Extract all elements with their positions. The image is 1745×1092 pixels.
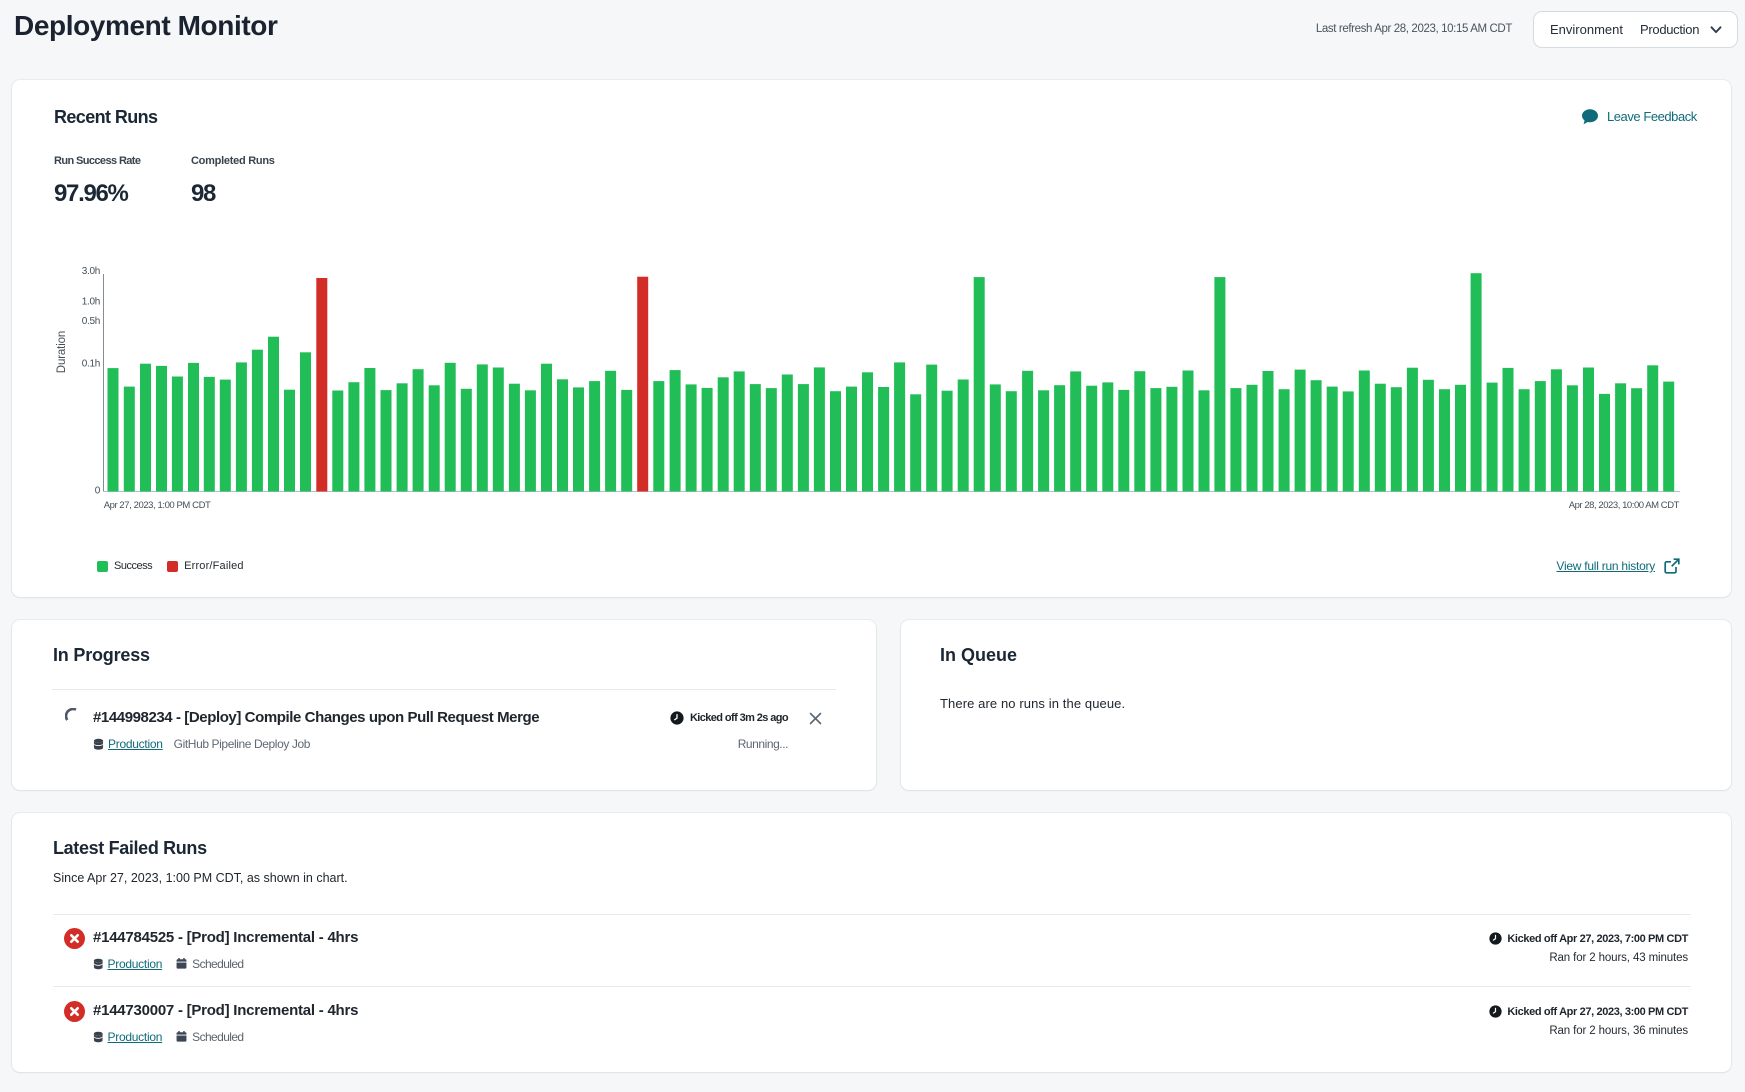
svg-text:Duration: Duration bbox=[56, 331, 68, 373]
svg-text:0: 0 bbox=[95, 485, 101, 496]
svg-text:3.0h: 3.0h bbox=[82, 266, 100, 277]
svg-text:Apr 28, 2023, 10:00 AM CDT: Apr 28, 2023, 10:00 AM CDT bbox=[1569, 500, 1680, 511]
svg-text:0.1h: 0.1h bbox=[82, 359, 100, 370]
svg-text:0.5h: 0.5h bbox=[82, 316, 100, 327]
svg-text:Apr 27, 2023, 1:00 PM CDT: Apr 27, 2023, 1:00 PM CDT bbox=[104, 500, 211, 511]
svg-text:1.0h: 1.0h bbox=[82, 297, 100, 308]
